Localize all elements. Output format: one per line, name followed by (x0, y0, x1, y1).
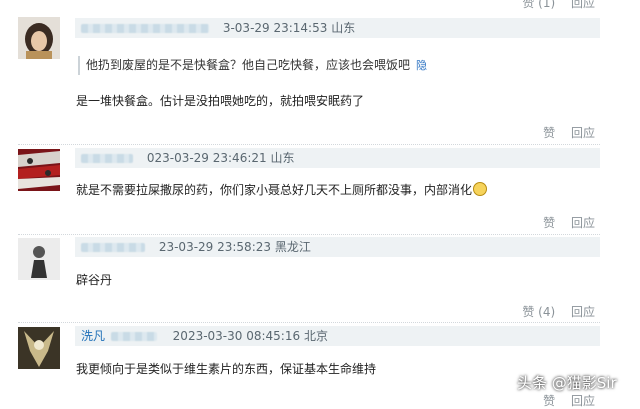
location: 山东 (331, 21, 356, 35)
watermark: 头条 @猫影Sir (517, 374, 617, 392)
divider (18, 144, 600, 145)
user-name-blurred[interactable] (81, 154, 133, 163)
comment-actions: 赞 回应 (531, 214, 595, 231)
comment-meta: 23-03-29 23:58:23 黑龙江 (75, 237, 600, 257)
quoted-comment: 他扔到废屋的是不是快餐盒？他自己吃快餐，应该也会喂饭吧隐 (78, 56, 506, 75)
divider (18, 322, 600, 323)
comment-meta: 023-03-29 23:46:21 山东 (75, 148, 600, 168)
avatar-image (18, 327, 60, 369)
timestamp: 3-03-29 23:14:53 (222, 21, 328, 35)
like-button[interactable]: 赞 (543, 216, 555, 230)
comment-text: 就是不需要拉屎撒尿的药，你们家小聂总好几天不上厕所都没事，内部消化 (76, 181, 488, 199)
prev-comment-actions: 赞 (1) 回应 (510, 0, 595, 11)
user-name-blurred[interactable] (110, 332, 157, 341)
comment-text: 我更倾向于是类似于维生素片的东西，保证基本生命维持 (76, 362, 377, 376)
comment-text: 是一堆快餐盒。估计是没拍喂她吃的，就拍喂安眠药了 (76, 94, 365, 108)
location: 山东 (270, 151, 295, 165)
like-button[interactable]: 赞 (543, 126, 555, 140)
user-name-blurred[interactable] (81, 243, 145, 252)
like-button[interactable]: 赞 (1) (522, 0, 555, 10)
comment-meta: 3-03-29 23:14:53 山东 (75, 18, 600, 38)
avatar-image (18, 17, 60, 59)
emoji-icon (473, 182, 488, 196)
avatar[interactable] (18, 327, 60, 369)
timestamp: 2023-03-30 08:45:16 (172, 329, 301, 343)
like-button[interactable]: 赞 (4) (522, 305, 555, 319)
avatar-image (18, 149, 60, 191)
user-name-blurred[interactable] (81, 24, 209, 33)
location: 黑龙江 (274, 240, 311, 254)
reply-button[interactable]: 回应 (571, 216, 595, 230)
avatar[interactable] (18, 149, 60, 191)
comment-actions: 赞 (4) 回应 (510, 303, 595, 320)
comment-meta: 洗凡 2023-03-30 08:45:16 北京 (75, 326, 600, 346)
avatar[interactable] (18, 17, 60, 59)
reply-button[interactable]: 回应 (571, 305, 595, 319)
comment-text: 辟谷丹 (76, 273, 113, 287)
hide-quote-link[interactable]: 隐 (416, 59, 427, 72)
reply-button[interactable]: 回应 (571, 0, 595, 10)
timestamp: 23-03-29 23:58:23 (158, 240, 272, 254)
location: 北京 (303, 329, 328, 343)
comment-actions: 赞 回应 (531, 124, 595, 141)
avatar-image (18, 238, 60, 280)
quote-text: 他扔到废屋的是不是快餐盒？他自己吃快餐，应该也会喂饭吧 (86, 58, 411, 72)
avatar[interactable] (18, 238, 60, 280)
comment-actions: 赞 回应 (531, 392, 595, 409)
timestamp: 023-03-29 23:46:21 (146, 151, 267, 165)
divider (18, 234, 600, 235)
reply-button[interactable]: 回应 (571, 126, 595, 140)
